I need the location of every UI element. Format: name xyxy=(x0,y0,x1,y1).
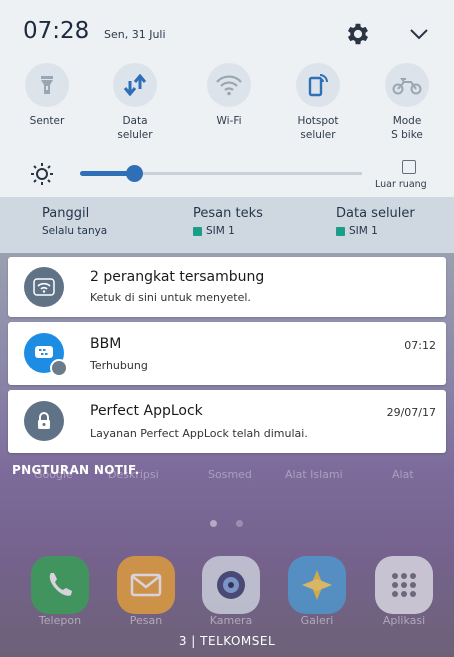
home-app-label[interactable]: Alat xyxy=(392,468,414,481)
dock-label: Aplikasi xyxy=(382,614,426,627)
gallery-icon[interactable] xyxy=(288,556,346,614)
mobile-data-icon xyxy=(113,63,157,107)
notification-title: 2 perangkat tersambung xyxy=(90,269,265,285)
dock-label: Pesan xyxy=(129,614,163,627)
tile-bike-mode[interactable]: Mode S bike xyxy=(375,63,439,142)
notification-time: 07:12 xyxy=(404,339,436,352)
message-icon[interactable] xyxy=(117,556,175,614)
chevron-down-icon[interactable] xyxy=(406,22,432,46)
lock-icon xyxy=(24,401,64,441)
notification-body: Layanan Perfect AppLock telah dimulai. xyxy=(90,427,308,440)
brightness-icon xyxy=(31,163,53,185)
sim-messages-value: SIM 1 xyxy=(206,225,235,237)
hotspot-icon xyxy=(296,63,340,107)
sim-card-icon xyxy=(336,226,345,236)
notification-body: Ketuk di sini untuk menyetel. xyxy=(90,291,251,304)
page-dot xyxy=(236,520,243,527)
outdoor-mode-label: Luar ruang xyxy=(375,179,427,190)
tile-label: Data seluler xyxy=(117,115,153,141)
wifi-hotspot-icon xyxy=(24,267,64,307)
tile-label: Senter xyxy=(29,115,65,127)
tile-label: Wi-Fi xyxy=(216,115,242,127)
home-app-label[interactable]: Alat Islami xyxy=(285,468,343,481)
dock-label: Galeri xyxy=(300,614,334,627)
sim-data-title: Data seluler xyxy=(336,206,415,221)
tile-mobile-data[interactable]: Data seluler xyxy=(103,63,167,142)
sim-messages-sub-row: SIM 1 xyxy=(193,225,263,237)
sim-calls-title: Panggil xyxy=(42,206,90,221)
dock-label: Kamera xyxy=(209,614,253,627)
sim-messages[interactable]: Pesan teks SIM 1 xyxy=(193,206,263,237)
date: Sen, 31 Juli xyxy=(104,28,166,41)
clock: 07:28 xyxy=(23,18,90,44)
sim-data[interactable]: Data seluler SIM 1 xyxy=(336,206,415,237)
sim-data-value: SIM 1 xyxy=(349,225,378,237)
notification-hotspot[interactable]: 2 perangkat tersambung Ketuk di sini unt… xyxy=(8,257,446,317)
outdoor-mode-checkbox[interactable] xyxy=(402,160,416,174)
gear-icon[interactable] xyxy=(344,20,372,48)
tile-flashlight[interactable]: Senter xyxy=(15,63,79,128)
tile-hotspot[interactable]: Hotspot seluler xyxy=(286,63,350,142)
sim-preferences-bar: Panggil Selalu tanya Pesan teks SIM 1 Da… xyxy=(0,197,454,253)
notification-title: BBM xyxy=(90,336,122,352)
sim-card-icon xyxy=(193,226,202,236)
sim-calls[interactable]: Panggil Selalu tanya xyxy=(42,206,107,237)
chat-badge-icon xyxy=(50,359,68,377)
wifi-icon xyxy=(207,63,251,107)
home-app-label[interactable]: Sosmed xyxy=(208,468,252,481)
tile-wifi[interactable]: Wi-Fi xyxy=(197,63,261,128)
phone-icon[interactable] xyxy=(31,556,89,614)
notification-body: Terhubung xyxy=(90,359,148,372)
sim-messages-title: Pesan teks xyxy=(193,206,263,221)
sim-data-sub-row: SIM 1 xyxy=(336,225,415,237)
apps-grid-icon[interactable] xyxy=(375,556,433,614)
tile-label: Hotspot seluler xyxy=(297,115,339,141)
carrier-label: 3 | TELKOMSEL xyxy=(178,634,276,648)
notification-settings-button[interactable]: PNGTURAN NOTIF. xyxy=(12,463,140,477)
brightness-slider-thumb[interactable] xyxy=(125,165,143,182)
flashlight-icon xyxy=(25,63,69,107)
notification-applock[interactable]: Perfect AppLock Layanan Perfect AppLock … xyxy=(8,390,446,453)
bike-icon xyxy=(385,63,429,107)
sim-calls-value: Selalu tanya xyxy=(42,225,108,237)
notification-bbm[interactable]: BBM Terhubung 07:12 xyxy=(8,322,446,385)
camera-icon[interactable] xyxy=(202,556,260,614)
quick-panel: 07:28 Sen, 31 Juli Senter Data seluler W… xyxy=(0,0,454,197)
notification-title: Perfect AppLock xyxy=(90,403,203,419)
dock-label: Telepon xyxy=(38,614,82,627)
page-dot xyxy=(210,520,217,527)
notification-time: 29/07/17 xyxy=(386,406,436,419)
sim-calls-sub-row: Selalu tanya xyxy=(42,225,107,237)
tile-label: Mode S bike xyxy=(391,115,423,141)
